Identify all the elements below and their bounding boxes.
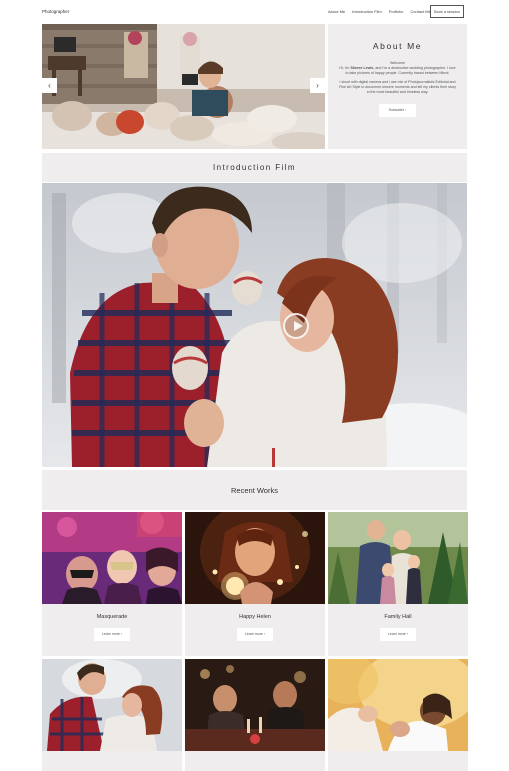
work-card-body: Happy Helen Learn more ›	[185, 604, 325, 656]
play-icon[interactable]	[283, 313, 309, 339]
learn-more-button[interactable]: Learn more ›	[94, 628, 130, 641]
work-title	[185, 751, 325, 753]
work-card-body	[328, 751, 468, 771]
work-title: Family Hall	[384, 614, 412, 620]
work-card-masquerade[interactable]: Masquerade Learn more ›	[42, 512, 182, 656]
slider-next-button[interactable]: ›	[310, 78, 325, 93]
about-title: About Me	[372, 41, 423, 51]
work-card[interactable]	[328, 659, 468, 771]
work-image	[328, 512, 468, 604]
intro-film-title: Introduction Film	[213, 163, 296, 172]
learn-more-button[interactable]: Learn more ›	[237, 628, 273, 641]
nav-link-film[interactable]: Introduction Film	[352, 9, 382, 14]
chevron-right-icon: ›	[316, 81, 319, 90]
recent-works-header: Recent Works	[42, 470, 467, 510]
about-intro: Hi, I'm Sheree Lewis, and I'm a destruct…	[339, 66, 456, 76]
work-card-happy-helen[interactable]: Happy Helen Learn more ›	[185, 512, 325, 656]
work-image	[42, 512, 182, 604]
book-session-button[interactable]: Book a session	[430, 5, 464, 18]
work-image	[328, 659, 468, 751]
work-card-body: Masquerade Learn more ›	[42, 604, 182, 656]
work-title	[328, 751, 468, 753]
nav-links: About Me Introduction Film Portfolio Con…	[328, 9, 431, 14]
nav-link-portfolio[interactable]: Portfolio	[389, 9, 404, 14]
work-card[interactable]	[42, 659, 182, 771]
brand-logo[interactable]: Photographer	[42, 9, 69, 14]
image-slider[interactable]: ‹ ›	[42, 24, 325, 149]
slider-photo	[42, 24, 325, 149]
intro-film-header: Introduction Film	[42, 153, 467, 182]
work-image	[185, 512, 325, 604]
work-image	[185, 659, 325, 751]
work-image	[42, 659, 182, 751]
intro-film-video[interactable]	[42, 183, 467, 467]
nav-link-about[interactable]: About Me	[328, 9, 345, 14]
recent-works-title: Recent Works	[231, 485, 278, 495]
work-card-family-hall[interactable]: Family Hall Learn more ›	[328, 512, 468, 656]
about-paragraph: I shoot with digital camera and i use mi…	[339, 79, 456, 95]
nav-link-contact[interactable]: Contact Me	[410, 9, 430, 14]
work-card-body: Family Hall Learn more ›	[328, 604, 468, 656]
subscribe-button[interactable]: Subscribe ›	[379, 104, 416, 118]
about-panel: About Me Welcome Hi, I'm Sheree Lewis, a…	[328, 24, 467, 149]
work-card-body	[42, 751, 182, 771]
work-title: Masquerade	[96, 614, 128, 620]
work-title: Happy Helen	[239, 614, 271, 620]
work-card[interactable]	[185, 659, 325, 771]
slider-prev-button[interactable]: ‹	[42, 78, 57, 93]
film-thumbnail	[42, 183, 467, 467]
navbar: Photographer About Me Introduction Film …	[0, 0, 509, 24]
work-title	[42, 751, 182, 753]
learn-more-button[interactable]: Learn more ›	[380, 628, 416, 641]
hero-section: ‹ › About Me Welcome Hi, I'm Sheree Lewi…	[42, 24, 467, 149]
chevron-left-icon: ‹	[48, 81, 51, 90]
work-card-body	[185, 751, 325, 771]
